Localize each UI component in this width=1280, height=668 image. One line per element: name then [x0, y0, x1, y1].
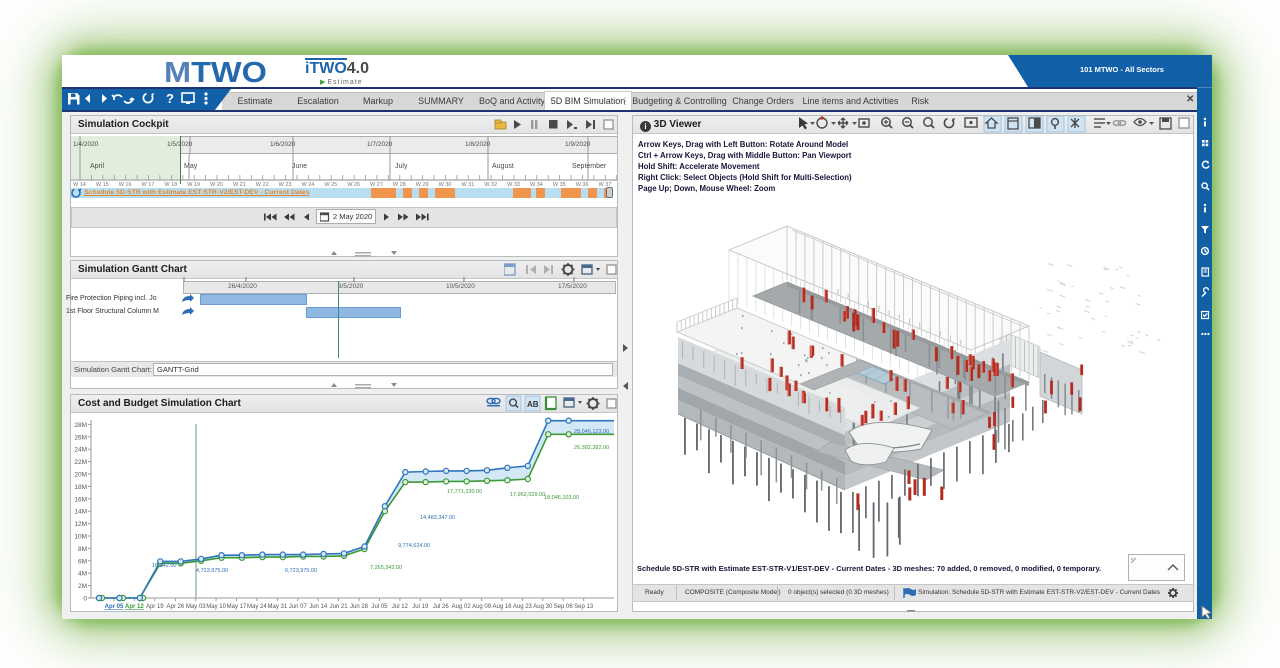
svg-text:Jun 14: Jun 14 [309, 604, 328, 610]
svg-text:14M: 14M [74, 509, 87, 516]
svg-text:16M: 16M [74, 496, 87, 503]
svg-text:Jun 21: Jun 21 [330, 604, 349, 610]
svg-text:9,774,624.00: 9,774,624.00 [398, 543, 430, 549]
svg-text:Sep 06: Sep 06 [554, 604, 574, 610]
svg-text:12M: 12M [74, 521, 87, 528]
svg-text:2M: 2M [78, 583, 87, 590]
svg-text:May 03: May 03 [186, 604, 206, 610]
svg-text:Aug 30: Aug 30 [533, 604, 553, 610]
svg-text:18,046,103.00: 18,046,103.00 [544, 495, 579, 501]
svg-text:4M: 4M [78, 571, 87, 578]
svg-text:7,265,342.00: 7,265,342.00 [370, 565, 402, 571]
svg-text:17,962,029.00: 17,962,029.00 [510, 492, 545, 498]
svg-text:18M: 18M [74, 484, 87, 491]
svg-text:Jun 07: Jun 07 [289, 604, 308, 610]
svg-text:22M: 22M [74, 459, 87, 466]
svg-text:?: ? [166, 91, 174, 106]
svg-text:24M: 24M [74, 447, 87, 454]
svg-text:Apr 26: Apr 26 [166, 604, 184, 610]
svg-text:26M: 26M [74, 434, 87, 441]
svg-text:AB: AB [527, 400, 539, 409]
svg-text:6M: 6M [78, 558, 87, 565]
svg-text:4,723,975.00: 4,723,975.00 [196, 568, 228, 574]
svg-text:18,242.00: 18,242.00 [152, 563, 176, 569]
svg-text:Jul 05: Jul 05 [371, 604, 388, 610]
svg-text:May 10: May 10 [206, 604, 226, 610]
svg-text:Jul 26: Jul 26 [433, 604, 450, 610]
svg-text:May 24: May 24 [247, 604, 267, 610]
svg-text:8M: 8M [78, 546, 87, 553]
svg-text:0: 0 [83, 596, 87, 603]
svg-text:Aug 23: Aug 23 [513, 604, 533, 610]
svg-text:20M: 20M [74, 472, 87, 479]
svg-text:14,483,347.00: 14,483,347.00 [420, 515, 455, 521]
svg-text:Apr 19: Apr 19 [146, 604, 164, 610]
svg-text:Aug 16: Aug 16 [492, 604, 512, 610]
svg-text:May 31: May 31 [268, 604, 288, 610]
svg-text:Jun 28: Jun 28 [350, 604, 369, 610]
svg-text:28M: 28M [74, 422, 87, 429]
svg-text:Apr 05: Apr 05 [105, 604, 124, 610]
svg-text:28,046,123.00: 28,046,123.00 [574, 429, 609, 435]
svg-text:26,382,382.00: 26,382,382.00 [574, 445, 609, 451]
svg-text:May 17: May 17 [227, 604, 247, 610]
svg-text:Aug 02: Aug 02 [452, 604, 472, 610]
svg-text:17,771,230.00: 17,771,230.00 [447, 489, 482, 495]
svg-text:10M: 10M [74, 534, 87, 541]
svg-text:6,723,975.00: 6,723,975.00 [285, 568, 317, 574]
svg-text:Aug 09: Aug 09 [472, 604, 492, 610]
svg-text:Sep 13: Sep 13 [574, 604, 594, 610]
svg-text:Jul 12: Jul 12 [392, 604, 409, 610]
svg-text:Jul 19: Jul 19 [412, 604, 429, 610]
svg-text:Apr 12: Apr 12 [125, 604, 144, 610]
